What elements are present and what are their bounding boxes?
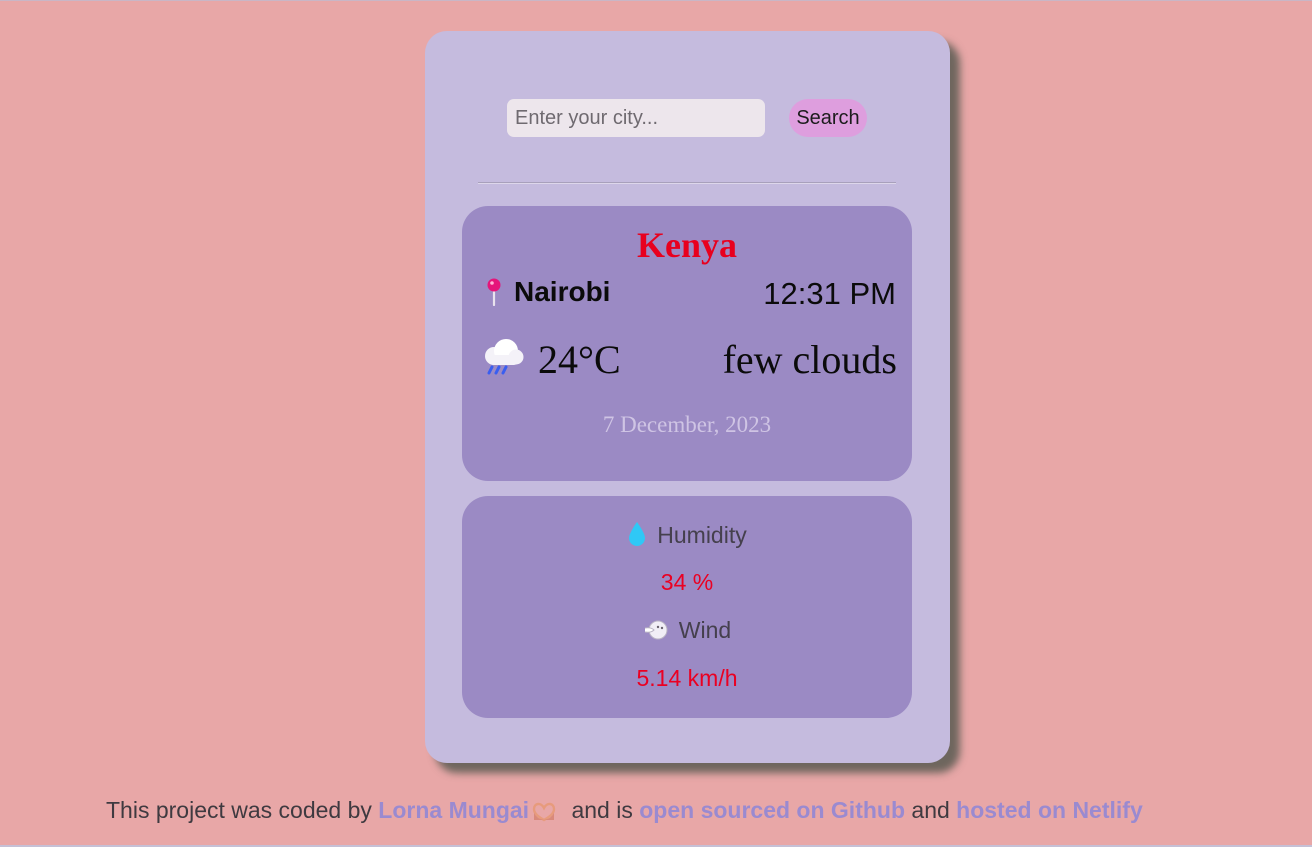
date: 7 December, 2023 xyxy=(602,412,772,437)
pushpin-icon xyxy=(484,278,504,307)
footer-middle: and is xyxy=(571,797,633,823)
humidity-label: Humidity xyxy=(657,522,747,548)
weather-description: few clouds xyxy=(722,337,897,382)
footer: This project was coded by Lorna Mungai a… xyxy=(106,797,1143,828)
netlify-link[interactable]: hosted on Netlify xyxy=(956,797,1143,823)
humidity-row: Humidity xyxy=(462,521,912,553)
divider xyxy=(478,182,896,184)
search-form: Search xyxy=(507,99,869,137)
humidity-value: 34 % xyxy=(660,569,714,595)
temperature: 24°C xyxy=(538,337,621,382)
wind-face-icon xyxy=(643,618,669,648)
weather-details-panel: Humidity 34 % Wind 5.14 km/h xyxy=(462,496,912,718)
page-top-border xyxy=(0,0,1312,1)
city-search-input[interactable] xyxy=(507,99,765,137)
weather-card: Search Kenya Nairobi 12:31 PM 24° xyxy=(425,31,950,763)
wind-label: Wind xyxy=(678,617,732,643)
heart-hands-icon xyxy=(531,800,557,828)
wind-value: 5.14 km/h xyxy=(636,665,738,691)
rain-cloud-icon xyxy=(481,338,525,376)
wind-row: Wind xyxy=(462,617,912,648)
footer-and: and xyxy=(911,797,950,823)
water-drop-icon xyxy=(627,521,647,553)
current-weather-panel: Kenya Nairobi 12:31 PM 24°C few clouds 7… xyxy=(462,206,912,481)
city-name: Nairobi xyxy=(514,276,611,307)
country-name: Kenya xyxy=(636,225,737,265)
local-time: 12:31 PM xyxy=(763,276,896,311)
github-link[interactable]: open sourced on Github xyxy=(639,797,905,823)
search-button[interactable]: Search xyxy=(789,99,867,137)
footer-prefix: This project was coded by xyxy=(106,797,372,823)
author-link[interactable]: Lorna Mungai xyxy=(378,797,529,823)
